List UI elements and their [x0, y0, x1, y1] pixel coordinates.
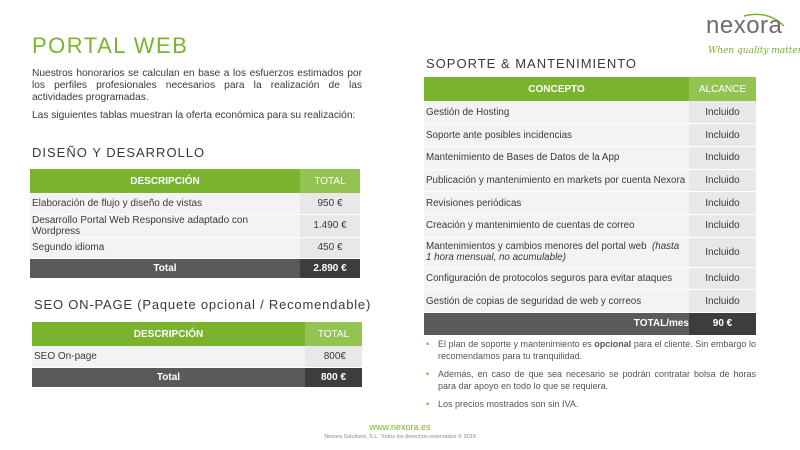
- support-row-concept: Mantenimientos y cambios menores del por…: [424, 237, 689, 268]
- table-row: Gestión de Hosting Incluido: [424, 101, 756, 125]
- design-table: DESCRIPCIÓN TOTAL Elaboración de flujo y…: [30, 169, 360, 279]
- support-row-concept: Gestión de Hosting: [424, 101, 689, 125]
- notes-list: El plan de soporte y mantenimiento es op…: [426, 338, 756, 416]
- seo-total-value: 800 €: [305, 367, 362, 388]
- design-table-header: DESCRIPCIÓN TOTAL: [30, 169, 360, 193]
- support-row-scope: Incluido: [689, 123, 756, 147]
- support-row-concept: Soporte ante posibles incidencias: [424, 123, 689, 147]
- design-row-desc: Segundo idioma: [30, 237, 300, 259]
- table-row: Gestión de copias de seguridad de web y …: [424, 289, 756, 313]
- support-row-concept: Configuración de protocolos seguros para…: [424, 267, 689, 291]
- table-row: Segundo idioma 450 €: [30, 237, 360, 259]
- intro-paragraph-2: Las siguientes tablas muestran la oferta…: [32, 110, 356, 121]
- support-header-concept: CONCEPTO: [424, 77, 689, 101]
- design-total-row: Total 2.890 €: [30, 258, 360, 279]
- support-row-concept: Revisiones periódicas: [424, 191, 689, 215]
- note-bold-text: opcional: [594, 339, 632, 349]
- note-item: Los precios mostrados son sin IVA.: [426, 398, 756, 410]
- support-row-scope: Incluido: [689, 237, 756, 268]
- table-row: Revisiones periódicas Incluido: [424, 191, 756, 215]
- support-row-scope: Incluido: [689, 191, 756, 215]
- support-row-scope: Incluido: [689, 169, 756, 193]
- seo-table: DESCRIPCIÓN TOTAL SEO On-page 800€ Total…: [32, 322, 362, 388]
- design-row-value: 450 €: [300, 237, 360, 259]
- design-total-label: Total: [30, 258, 300, 279]
- support-row-concept: Gestión de copias de seguridad de web y …: [424, 289, 689, 313]
- support-row-scope: Incluido: [689, 146, 756, 170]
- design-row-value: 1.490 €: [300, 214, 360, 238]
- support-row-concept: Mantenimiento de Bases de Datos de la Ap…: [424, 146, 689, 170]
- nexora-logo: nexora When quality matters: [706, 12, 800, 62]
- support-section-title: SOPORTE & MANTENIMIENTO: [426, 56, 638, 71]
- note-item: El plan de soporte y mantenimiento es op…: [426, 338, 756, 362]
- logo-tagline: When quality matters: [708, 46, 800, 56]
- support-row-concept: Creación y mantenimiento de cuentas de c…: [424, 214, 689, 238]
- table-row: SEO On-page 800€: [32, 346, 362, 368]
- logo-name: nexora: [706, 12, 783, 39]
- table-row: Elaboración de flujo y diseño de vistas …: [30, 193, 360, 215]
- support-row-concept: Publicación y mantenimiento en markets p…: [424, 169, 689, 193]
- footer-url-link[interactable]: www.nexora.es: [0, 422, 800, 432]
- design-header-total: TOTAL: [300, 169, 360, 193]
- table-row: Creación y mantenimiento de cuentas de c…: [424, 214, 756, 238]
- support-row-scope: Incluido: [689, 214, 756, 238]
- footer-copyright: Nexora Solutions, S.L. Todos los derecho…: [324, 434, 476, 440]
- design-row-desc: Desarrollo Portal Web Responsive adaptad…: [30, 214, 300, 238]
- seo-table-header: DESCRIPCIÓN TOTAL: [32, 322, 362, 346]
- support-row-scope: Incluido: [689, 101, 756, 125]
- page-title: PORTAL WEB: [32, 33, 189, 58]
- support-row-scope: Incluido: [689, 289, 756, 313]
- seo-row-desc: SEO On-page: [32, 346, 305, 368]
- support-total-value: 90 €: [689, 312, 756, 336]
- seo-header-description: DESCRIPCIÓN: [32, 322, 305, 346]
- seo-row-value: 800€: [305, 346, 362, 368]
- support-total-row: TOTAL/mes 90 €: [424, 312, 756, 336]
- design-row-desc: Elaboración de flujo y diseño de vistas: [30, 193, 300, 215]
- intro-paragraph-1: Nuestros honorarios se calculan en base …: [32, 68, 362, 103]
- support-table-header: CONCEPTO ALCANCE: [424, 77, 756, 101]
- seo-total-row: Total 800 €: [32, 367, 362, 388]
- support-row-concept-text: Mantenimientos y cambios menores del por…: [426, 241, 647, 253]
- support-total-label: TOTAL/mes: [424, 312, 689, 336]
- table-row: Soporte ante posibles incidencias Inclui…: [424, 123, 756, 147]
- seo-total-label: Total: [32, 367, 305, 388]
- support-row-scope: Incluido: [689, 267, 756, 291]
- table-row: Mantenimientos y cambios menores del por…: [424, 237, 756, 268]
- note-text: El plan de soporte y mantenimiento es: [438, 339, 595, 349]
- support-table: CONCEPTO ALCANCE Gestión de Hosting Incl…: [424, 77, 756, 336]
- table-row: Configuración de protocolos seguros para…: [424, 267, 756, 291]
- table-row: Publicación y mantenimiento en markets p…: [424, 169, 756, 193]
- design-header-description: DESCRIPCIÓN: [30, 169, 300, 193]
- table-row: Mantenimiento de Bases de Datos de la Ap…: [424, 146, 756, 170]
- support-header-scope: ALCANCE: [689, 77, 756, 101]
- design-row-value: 950 €: [300, 193, 360, 215]
- seo-header-total: TOTAL: [305, 322, 362, 346]
- note-item: Además, en caso de que sea necesario se …: [426, 368, 756, 392]
- design-total-value: 2.890 €: [300, 258, 360, 279]
- design-section-title: DISEÑO Y DESARROLLO: [32, 145, 206, 160]
- intro-text: Nuestros honorarios se calculan en base …: [32, 68, 362, 128]
- seo-section-title: SEO ON-PAGE (Paquete opcional / Recomend…: [34, 297, 372, 312]
- table-row: Desarrollo Portal Web Responsive adaptad…: [30, 214, 360, 238]
